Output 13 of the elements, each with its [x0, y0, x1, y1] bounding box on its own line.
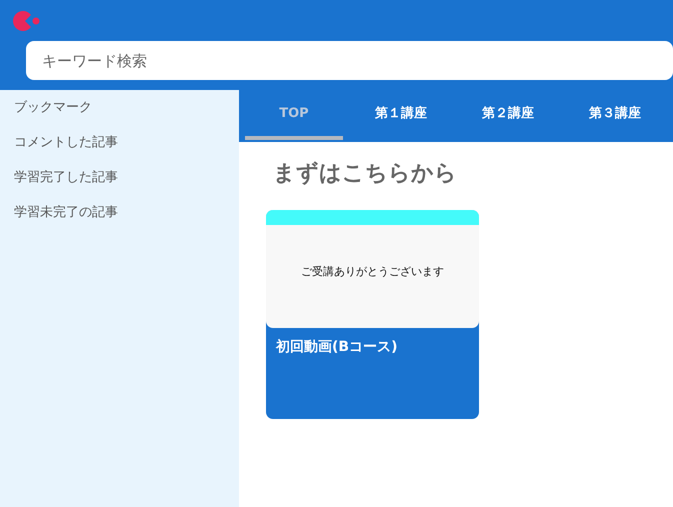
card-title: 初回動画(Bコース) — [274, 338, 398, 357]
video-card[interactable]: ご受講ありがとうございます 初回動画(Bコース) — [266, 210, 479, 419]
tab[interactable]: 第１講座 — [352, 90, 450, 140]
sidebar-item[interactable]: ブックマーク — [0, 98, 239, 133]
sidebar-item[interactable]: 学習完了した記事 — [0, 168, 239, 203]
search-field[interactable]: キーワード検索 — [26, 41, 673, 80]
tab[interactable]: 第２講座 — [459, 90, 557, 140]
tab[interactable]: 第３講座 — [566, 90, 664, 140]
section-title: まずはこちらから — [273, 160, 458, 188]
sidebar-item[interactable]: 学習未完了の記事 — [0, 203, 239, 238]
logo-icon[interactable] — [11, 10, 41, 30]
thumbnail-text: ご受講ありがとうございます — [300, 264, 445, 280]
sidebar-item[interactable]: コメントした記事 — [0, 133, 239, 168]
